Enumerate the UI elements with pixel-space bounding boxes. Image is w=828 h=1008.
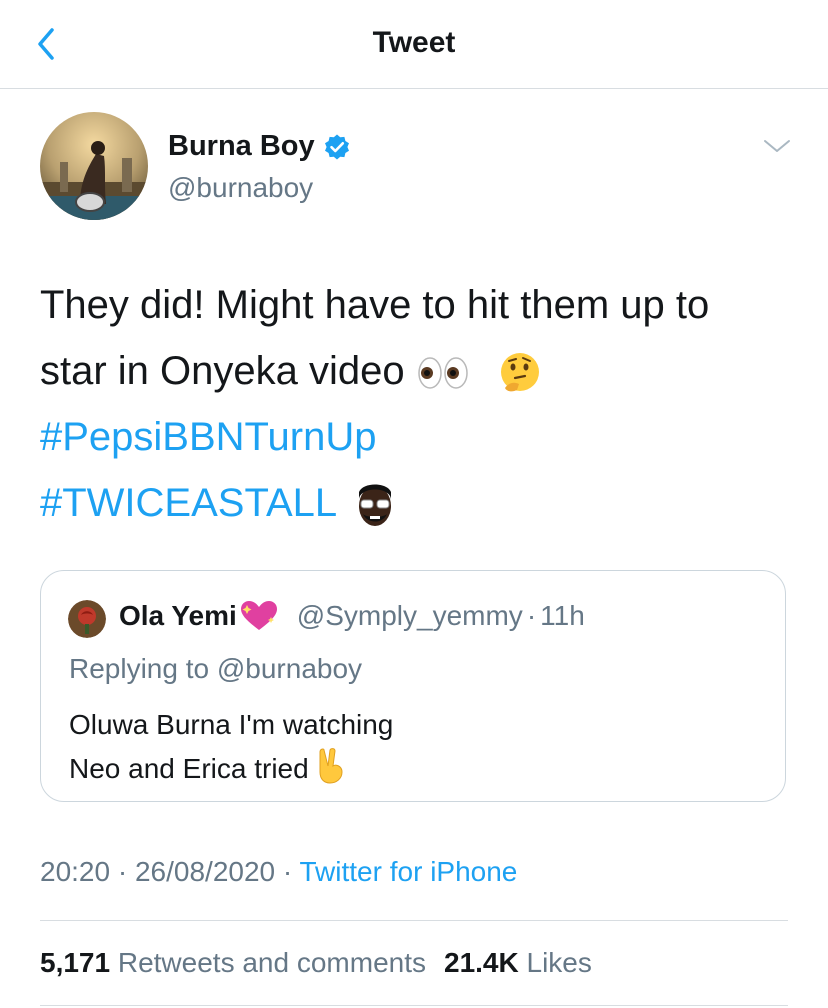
separator-dot: · bbox=[117, 856, 128, 887]
tweet-stats: 5,171 Retweets and comments 21.4K Likes bbox=[40, 947, 592, 979]
likes-count: 21.4K bbox=[444, 947, 519, 978]
author-name[interactable]: Burna Boy bbox=[168, 130, 351, 163]
tweet-line: They did! Might have to hit them up to bbox=[40, 283, 710, 327]
quoted-author-handle[interactable]: @Symply_yemmy bbox=[297, 600, 523, 632]
more-options-button[interactable] bbox=[762, 134, 792, 158]
retweets-stat[interactable]: 5,171 Retweets and comments bbox=[40, 947, 426, 978]
page-title: Tweet bbox=[372, 26, 456, 59]
quoted-text-line: Oluwa Burna I'm watching bbox=[69, 709, 394, 740]
tweet-time: 20:20 bbox=[40, 856, 111, 887]
quoted-tweet[interactable]: Ola Yemi @Symply_yemmy · 11h Replying to… bbox=[40, 570, 786, 802]
sparkling-heart-emoji bbox=[240, 601, 277, 630]
eyes-emoji bbox=[418, 357, 468, 390]
likes-stat[interactable]: 21.4K Likes bbox=[444, 947, 592, 978]
victory-hand-emoji bbox=[319, 748, 343, 784]
separator-dot: · bbox=[526, 600, 537, 631]
burna-boy-emoji bbox=[358, 484, 391, 527]
retweets-count: 5,171 bbox=[40, 947, 111, 978]
tweet-line: #TWICEASTALL bbox=[40, 470, 800, 536]
quoted-author-name[interactable]: Ola Yemi bbox=[119, 600, 237, 632]
tweet-date: 26/08/2020 bbox=[134, 856, 276, 887]
hashtag-link[interactable]: #PepsiBBNTurnUp bbox=[40, 404, 800, 470]
tweet-meta: 20:20 · 26/08/2020 · Twitter for iPhone bbox=[40, 856, 517, 888]
tweet-line-text: star in Onyeka video bbox=[40, 349, 405, 393]
avatar-image bbox=[40, 112, 148, 220]
quoted-text-line-text: Neo and Erica tried bbox=[69, 753, 309, 784]
tweet-source-link[interactable]: Twitter for iPhone bbox=[300, 856, 518, 887]
thinking-face-emoji bbox=[500, 353, 539, 392]
quoted-text-line: Neo and Erica tried bbox=[69, 747, 393, 791]
replying-to[interactable]: Replying to @burnaboy bbox=[69, 653, 362, 685]
quoted-avatar[interactable] bbox=[68, 600, 106, 638]
divider bbox=[40, 1005, 788, 1006]
quoted-text: Oluwa Burna I'm watching Neo and Erica t… bbox=[69, 703, 393, 791]
quoted-avatar-image bbox=[68, 600, 106, 638]
divider bbox=[40, 920, 788, 921]
avatar[interactable] bbox=[40, 112, 148, 220]
author-handle[interactable]: @burnaboy bbox=[168, 172, 313, 204]
separator-dot: · bbox=[282, 856, 293, 887]
chevron-down-icon bbox=[764, 140, 790, 152]
author-name-text: Burna Boy bbox=[168, 130, 315, 162]
retweets-label: Retweets and comments bbox=[117, 947, 426, 978]
header-bar: Tweet bbox=[0, 0, 828, 89]
quoted-timestamp: 11h bbox=[540, 600, 585, 631]
verified-badge-icon bbox=[324, 134, 349, 159]
hashtag-link[interactable]: #TWICEASTALL bbox=[40, 481, 336, 525]
quoted-header: Ola Yemi @Symply_yemmy · 11h bbox=[119, 599, 585, 633]
tweet-line: star in Onyeka video bbox=[40, 338, 800, 404]
likes-label: Likes bbox=[526, 947, 592, 978]
tweet-detail-screen: Tweet Burna Boy @burnaboy They did! Migh… bbox=[0, 0, 828, 1008]
tweet-text: They did! Might have to hit them up to s… bbox=[40, 272, 800, 536]
